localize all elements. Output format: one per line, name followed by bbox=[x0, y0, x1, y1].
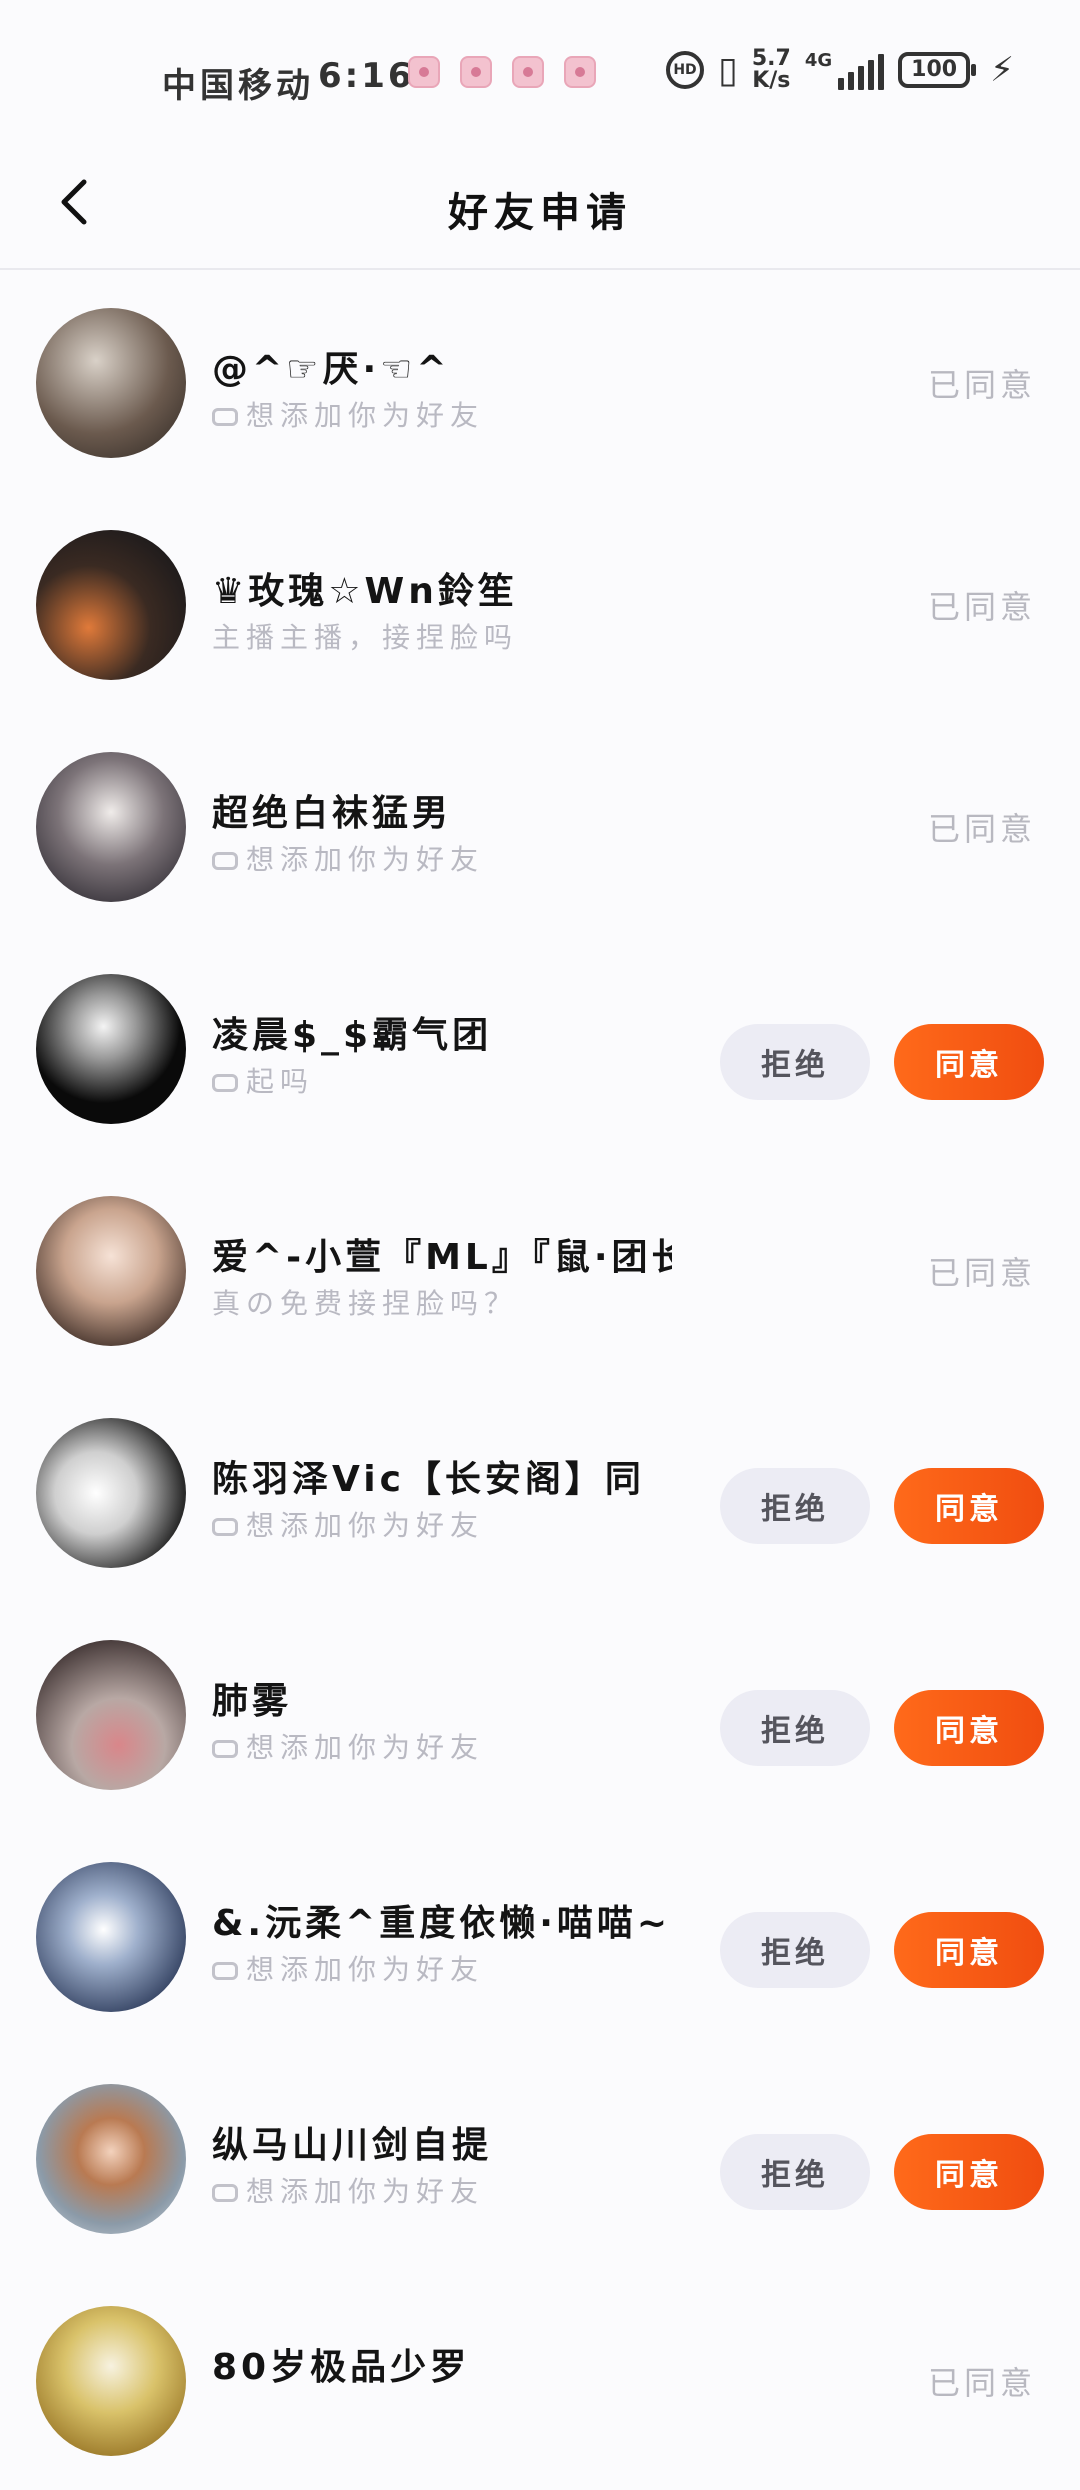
accept-button[interactable]: 同意 bbox=[894, 1468, 1044, 1544]
friend-request-row[interactable]: 爱^-小萱『ML』『鼠·团长』 真の免费接捏脸吗？ 已同意 bbox=[0, 1158, 1080, 1380]
requester-name: 超绝白袜猛男 bbox=[212, 793, 453, 834]
network-speed: 5.7 K/s bbox=[752, 48, 791, 92]
message-icon bbox=[212, 2184, 238, 2202]
network-speed-value: 5.7 bbox=[751, 46, 791, 71]
friend-request-list: @^☞厌·☜^ 想添加你为好友 已同意 ♛玫瑰☆Wn鈴笙 主播主播，接捏脸吗 已… bbox=[0, 270, 1080, 2490]
app-notification-icon bbox=[512, 56, 544, 88]
message-icon bbox=[212, 408, 238, 426]
header-bar: 好友申请 bbox=[0, 140, 1080, 270]
friend-request-row[interactable]: 超绝白袜猛男 想添加你为好友 已同意 bbox=[0, 714, 1080, 936]
network-speed-unit: K/s bbox=[752, 68, 791, 93]
hd-call-icon: HD bbox=[666, 51, 705, 89]
avatar[interactable] bbox=[36, 308, 186, 458]
request-message: 真の免费接捏脸吗？ bbox=[212, 1282, 518, 1322]
friend-request-row[interactable]: 陈羽泽Vic【长安阁】同 想添加你为好友 拒绝 同意 bbox=[0, 1380, 1080, 1602]
system-icons: HD ▯ 5.7 K/s 4G 100 ⚡ bbox=[666, 48, 1014, 92]
message-icon bbox=[212, 852, 238, 870]
request-message: 想添加你为好友 bbox=[212, 1726, 484, 1766]
request-message-text: 想添加你为好友 bbox=[246, 1953, 485, 1986]
request-message-text: 想添加你为好友 bbox=[246, 399, 485, 432]
request-message-text: 想添加你为好友 bbox=[246, 1731, 485, 1764]
requester-name: 纵马山川剑自提 bbox=[212, 2125, 493, 2166]
friend-request-row[interactable]: 凌晨$_$霸气团 起吗 拒绝 同意 bbox=[0, 936, 1080, 1158]
accept-button[interactable]: 同意 bbox=[894, 1024, 1044, 1100]
requester-name: 80岁极品少罗 bbox=[212, 2347, 471, 2388]
avatar[interactable] bbox=[36, 2084, 186, 2234]
requester-name: ♛玫瑰☆Wn鈴笙 bbox=[212, 571, 518, 612]
avatar[interactable] bbox=[36, 752, 186, 902]
accept-button[interactable]: 同意 bbox=[894, 1690, 1044, 1766]
accept-button[interactable]: 同意 bbox=[894, 1912, 1044, 1988]
status-bar: 中国移动 6:16 HD ▯ 5.7 K/s 4G 100 ⚡ bbox=[0, 0, 1080, 140]
request-message: 想添加你为好友 bbox=[212, 2170, 484, 2210]
avatar[interactable] bbox=[36, 1640, 186, 1790]
avatar[interactable] bbox=[36, 530, 186, 680]
avatar[interactable] bbox=[36, 974, 186, 1124]
battery-icon: 100 bbox=[898, 52, 977, 88]
status-time: 6:16 bbox=[318, 56, 415, 96]
requester-name: 陈羽泽Vic【长安阁】同 bbox=[212, 1459, 645, 1500]
accepted-status: 已同意 bbox=[927, 1254, 1036, 1292]
friend-request-row[interactable]: @^☞厌·☜^ 想添加你为好友 已同意 bbox=[0, 270, 1080, 492]
message-icon bbox=[212, 1074, 238, 1092]
reject-button[interactable]: 拒绝 bbox=[720, 2134, 870, 2210]
request-message: 想添加你为好友 bbox=[212, 1948, 484, 1988]
reject-button[interactable]: 拒绝 bbox=[720, 1690, 870, 1766]
signal-icon: 4G bbox=[804, 50, 885, 90]
friend-request-row[interactable]: &.沅柔^重度依懒·喵喵~ 想添加你为好友 拒绝 同意 bbox=[0, 1824, 1080, 2046]
request-message-text: 想添加你为好友 bbox=[246, 2175, 485, 2208]
message-icon bbox=[212, 1518, 238, 1536]
request-message: 想添加你为好友 bbox=[212, 838, 484, 878]
request-message: 主播主播，接捏脸吗 bbox=[212, 616, 518, 656]
request-message: 起吗 bbox=[212, 1060, 314, 1100]
requester-name: &.沅柔^重度依懒·喵喵~ bbox=[212, 1903, 672, 1944]
accepted-status: 已同意 bbox=[927, 810, 1036, 848]
requester-name: 肺雾 bbox=[212, 1681, 293, 1722]
requester-name: 凌晨$_$霸气团 bbox=[212, 1015, 493, 1056]
notification-icons bbox=[408, 56, 596, 88]
charging-icon: ⚡ bbox=[990, 50, 1014, 90]
request-message-text: 想添加你为好友 bbox=[246, 843, 485, 876]
message-icon bbox=[212, 1740, 238, 1758]
friend-request-row[interactable]: ♛玫瑰☆Wn鈴笙 主播主播，接捏脸吗 已同意 bbox=[0, 492, 1080, 714]
request-message-text: 真の免费接捏脸吗？ bbox=[212, 1287, 519, 1320]
accept-button[interactable]: 同意 bbox=[894, 2134, 1044, 2210]
avatar[interactable] bbox=[36, 1862, 186, 2012]
app-notification-icon bbox=[564, 56, 596, 88]
requester-name: @^☞厌·☜^ bbox=[212, 349, 451, 390]
accepted-status: 已同意 bbox=[927, 366, 1036, 404]
request-message: 想添加你为好友 bbox=[212, 1504, 484, 1544]
message-icon bbox=[212, 1962, 238, 1980]
request-message-text: 起吗 bbox=[246, 1065, 315, 1098]
reject-button[interactable]: 拒绝 bbox=[720, 1468, 870, 1544]
friend-request-row[interactable]: 80岁极品少罗 已同意 bbox=[0, 2268, 1080, 2490]
page-title: 好友申请 bbox=[448, 190, 632, 236]
request-message-text: 想添加你为好友 bbox=[246, 1509, 485, 1542]
avatar[interactable] bbox=[36, 1196, 186, 1346]
app-notification-icon bbox=[408, 56, 440, 88]
carrier-name: 中国移动 bbox=[162, 66, 314, 106]
friend-request-row[interactable]: 纵马山川剑自提 想添加你为好友 拒绝 同意 bbox=[0, 2046, 1080, 2268]
vibrate-icon: ▯ bbox=[718, 49, 738, 91]
friend-request-row[interactable]: 肺雾 想添加你为好友 拒绝 同意 bbox=[0, 1602, 1080, 1824]
reject-button[interactable]: 拒绝 bbox=[720, 1912, 870, 1988]
avatar[interactable] bbox=[36, 1418, 186, 1568]
app-notification-icon bbox=[460, 56, 492, 88]
accepted-status: 已同意 bbox=[927, 588, 1036, 626]
avatar[interactable] bbox=[36, 2306, 186, 2456]
request-message-text: 主播主播，接捏脸吗 bbox=[212, 621, 519, 654]
reject-button[interactable]: 拒绝 bbox=[720, 1024, 870, 1100]
requester-name: 爱^-小萱『ML』『鼠·团长』 bbox=[212, 1237, 672, 1278]
accepted-status: 已同意 bbox=[927, 2364, 1036, 2402]
signal-label: 4G bbox=[804, 50, 833, 71]
request-message: 想添加你为好友 bbox=[212, 394, 484, 434]
